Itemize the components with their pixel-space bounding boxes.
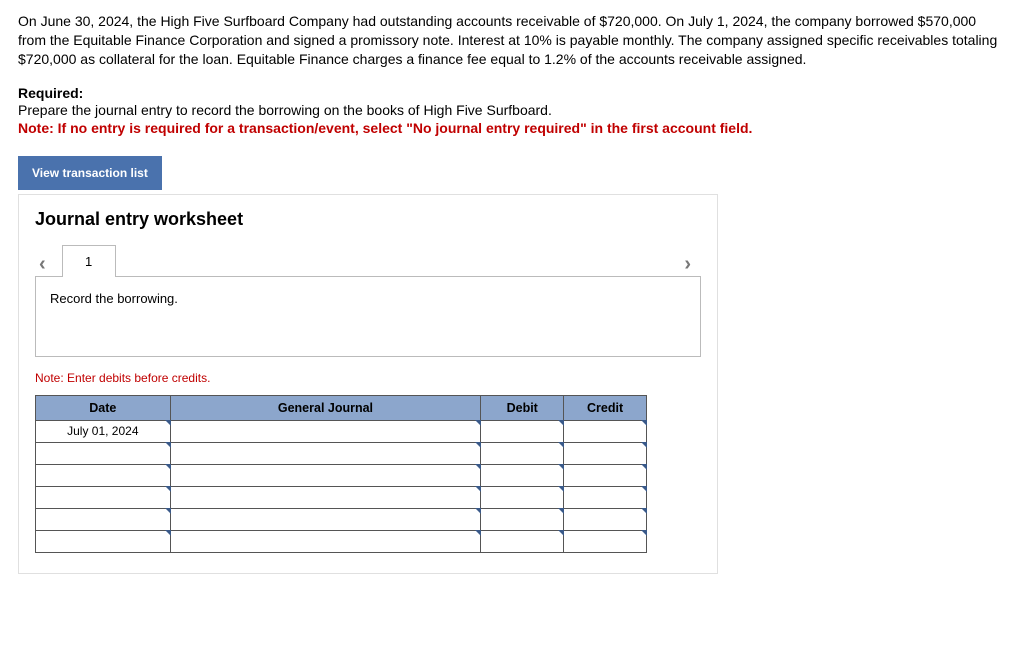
debit-cell[interactable] [481,442,564,464]
debit-cell[interactable] [481,508,564,530]
debit-cell[interactable] [481,486,564,508]
date-cell[interactable] [36,442,171,464]
dropdown-icon [641,420,647,426]
tabs-row: ‹ 1 › [19,240,717,276]
credit-cell[interactable] [564,508,647,530]
view-transaction-list-button[interactable]: View transaction list [18,156,162,190]
date-cell[interactable] [36,486,171,508]
date-cell[interactable] [36,464,171,486]
table-row [36,442,647,464]
tab-1[interactable]: 1 [62,245,116,277]
header-general-journal: General Journal [170,395,481,420]
dropdown-icon [641,508,647,514]
journal-entry-worksheet: Journal entry worksheet ‹ 1 › Record the… [18,194,718,574]
credit-cell[interactable] [564,420,647,442]
table-row [36,508,647,530]
worksheet-title: Journal entry worksheet [19,195,717,240]
header-debit: Debit [481,395,564,420]
debits-before-credits-note: Note: Enter debits before credits. [19,357,717,395]
dropdown-icon [641,442,647,448]
required-instruction: Prepare the journal entry to record the … [18,101,1006,120]
general-journal-cell[interactable] [170,442,481,464]
table-row [36,530,647,552]
general-journal-cell[interactable] [170,464,481,486]
date-cell[interactable]: July 01, 2024 [36,420,171,442]
table-row: July 01, 2024 [36,420,647,442]
transaction-description: Record the borrowing. [35,276,701,357]
general-journal-cell[interactable] [170,508,481,530]
general-journal-cell[interactable] [170,486,481,508]
credit-cell[interactable] [564,486,647,508]
debit-cell[interactable] [481,530,564,552]
date-cell[interactable] [36,530,171,552]
date-value: July 01, 2024 [67,424,138,438]
dropdown-icon [641,486,647,492]
debit-cell[interactable] [481,464,564,486]
general-journal-cell[interactable] [170,420,481,442]
date-cell[interactable] [36,508,171,530]
credit-cell[interactable] [564,530,647,552]
table-row [36,464,647,486]
problem-statement: On June 30, 2024, the High Five Surfboar… [18,12,1006,69]
required-label: Required: [18,85,1006,101]
dropdown-icon [641,530,647,536]
required-block: Required: Prepare the journal entry to r… [18,85,1006,136]
chevron-left-icon[interactable]: ‹ [33,253,52,276]
debit-cell[interactable] [481,420,564,442]
required-note: Note: If no entry is required for a tran… [18,120,1006,136]
table-row [36,486,647,508]
header-credit: Credit [564,395,647,420]
header-date: Date [36,395,171,420]
journal-entry-table: Date General Journal Debit Credit July 0… [35,395,647,553]
credit-cell[interactable] [564,442,647,464]
credit-cell[interactable] [564,464,647,486]
general-journal-cell[interactable] [170,530,481,552]
dropdown-icon [641,464,647,470]
chevron-right-icon[interactable]: › [678,253,697,276]
